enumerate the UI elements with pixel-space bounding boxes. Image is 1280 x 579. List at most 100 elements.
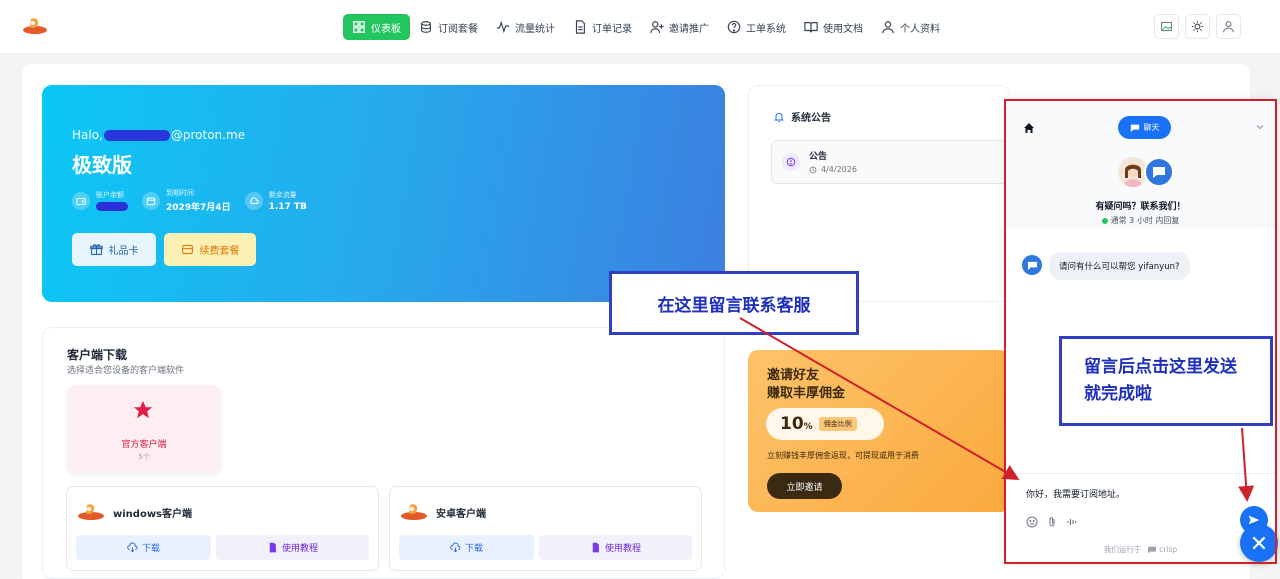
message-input[interactable]: 你好，我需要订阅地址。 bbox=[1026, 487, 1125, 500]
section-subtitle: 选择适合您设备的客户端软件 bbox=[67, 366, 185, 376]
language-button[interactable] bbox=[1154, 14, 1179, 39]
download-button[interactable]: 下载 bbox=[399, 535, 534, 560]
support-chat-widget: 聊天 有疑问吗？联系我们！ 通常 3 小时 内回复 请问有什么可以帮您 yifa… bbox=[1006, 100, 1275, 562]
online-indicator bbox=[1101, 217, 1108, 224]
chevron-down-icon[interactable] bbox=[1255, 122, 1265, 132]
nav-label: 邀请推广 bbox=[669, 23, 709, 35]
tutorial-button[interactable]: 使用教程 bbox=[539, 535, 692, 560]
chat-tab-label: 聊天 bbox=[1143, 123, 1160, 132]
stat-label: 账户余额 bbox=[96, 190, 124, 199]
client-logo bbox=[78, 504, 104, 520]
chat-close-button[interactable] bbox=[1240, 524, 1278, 562]
help-circle-icon bbox=[727, 20, 741, 34]
operator-message: 请问有什么可以帮您 yifanyun? bbox=[1049, 252, 1190, 280]
nav-subscription[interactable]: 订阅套餐 bbox=[410, 14, 487, 40]
button-label: 使用教程 bbox=[604, 544, 641, 554]
commission-value: 10% bbox=[780, 414, 813, 434]
document-icon bbox=[592, 542, 599, 553]
cloud-download-icon bbox=[127, 542, 138, 553]
top-navbar: 仪表板 订阅套餐 流量统计 订单记录 邀请推广 工单系统 使用文档 个人资料 bbox=[0, 0, 1280, 54]
announcement-item[interactable]: 公告 4/4/2026 bbox=[771, 140, 1016, 184]
invite-title-line2: 赚取丰厚佣金 bbox=[767, 386, 846, 401]
invite-description: 立刻赚钱丰厚佣金返现，可提现或用于消费 bbox=[767, 451, 919, 460]
nav-label: 流量统计 bbox=[515, 23, 555, 35]
attachment-icon[interactable] bbox=[1046, 516, 1058, 528]
nav-orders[interactable]: 订单记录 bbox=[564, 14, 641, 40]
gift-card-button[interactable]: 礼品卡 bbox=[72, 233, 156, 266]
star-icon bbox=[133, 400, 153, 419]
nav-tickets[interactable]: 工单系统 bbox=[718, 14, 795, 40]
package-icon bbox=[181, 244, 193, 255]
stat-balance: 账户余额 bbox=[72, 188, 128, 213]
sun-icon bbox=[1191, 20, 1204, 33]
stat-value: 2029年7月4日 bbox=[166, 203, 231, 213]
announcement-item-date: 4/4/2026 bbox=[809, 165, 857, 174]
operator-avatar bbox=[1022, 255, 1042, 275]
announcement-title-text: 系统公告 bbox=[791, 113, 831, 124]
client-card-android: 安卓客户端 下载 使用教程 bbox=[389, 486, 702, 571]
announcement-title: 系统公告 bbox=[773, 109, 831, 124]
stat-expire: 到期时间 2029年7月4日 bbox=[142, 188, 231, 213]
rate-number: 10 bbox=[780, 414, 804, 434]
nav-label: 仪表板 bbox=[371, 23, 401, 35]
user-plus-icon bbox=[650, 21, 664, 34]
announcement-card: 系统公告 公告 4/4/2026 bbox=[748, 85, 1016, 302]
renew-plan-button[interactable]: 续费套餐 bbox=[164, 233, 256, 266]
wallet-icon bbox=[72, 191, 90, 210]
account-button[interactable] bbox=[1216, 14, 1241, 39]
client-logo bbox=[401, 504, 427, 520]
button-label: 使用教程 bbox=[281, 544, 318, 554]
composer-tools bbox=[1026, 516, 1078, 528]
top-right-actions bbox=[1154, 14, 1241, 39]
nav-docs[interactable]: 使用文档 bbox=[795, 14, 872, 40]
nav-label: 订阅套餐 bbox=[438, 23, 478, 35]
crisp-logo-icon bbox=[1147, 546, 1156, 554]
document-icon bbox=[269, 542, 276, 553]
invite-now-button[interactable]: 立即邀请 bbox=[767, 473, 842, 499]
plan-name: 极致版 bbox=[72, 153, 132, 177]
bell-icon bbox=[774, 112, 784, 122]
site-logo[interactable] bbox=[22, 15, 48, 37]
date-text: 4/4/2026 bbox=[821, 165, 857, 174]
download-button[interactable]: 下载 bbox=[76, 535, 211, 560]
stat-value: 1.17 TB bbox=[268, 201, 307, 212]
rate-unit: % bbox=[803, 422, 813, 432]
message-composer: 你好，我需要订阅地址。 bbox=[1006, 473, 1275, 539]
email-domain: @proton.me bbox=[170, 128, 246, 142]
crisp-avatar bbox=[1144, 157, 1174, 187]
home-icon[interactable] bbox=[1023, 122, 1035, 134]
main-nav: 仪表板 订阅套餐 流量统计 订单记录 邀请推广 工单系统 使用文档 个人资料 bbox=[343, 14, 949, 40]
cloud-icon bbox=[244, 191, 263, 210]
close-icon bbox=[1252, 536, 1266, 550]
user-icon bbox=[1223, 21, 1234, 33]
client-downloads-section: 客户端下载 选择适合您设备的客户端软件 官方客户端 5个 windows客户端 … bbox=[42, 327, 725, 579]
client-name: windows客户端 bbox=[113, 509, 193, 520]
commission-tag: 佣金比例 bbox=[818, 417, 857, 431]
section-title: 客户端下载 bbox=[67, 348, 128, 362]
nav-traffic[interactable]: 流量统计 bbox=[487, 14, 564, 40]
alert-icon bbox=[782, 153, 800, 171]
reply-time: 通常 3 小时 内回复 bbox=[1006, 215, 1275, 226]
stat-value-redacted bbox=[96, 201, 128, 212]
nav-dashboard[interactable]: 仪表板 bbox=[343, 14, 410, 40]
clock-icon bbox=[809, 166, 817, 173]
greeting: Halo, @proton.me bbox=[72, 128, 245, 142]
invite-promo-card: 邀请好友 赚取丰厚佣金 10% 佣金比例 立刻赚钱丰厚佣金返现，可提现或用于消费… bbox=[748, 350, 1010, 512]
official-client-tab[interactable]: 官方客户端 5个 bbox=[67, 385, 221, 473]
theme-toggle-button[interactable] bbox=[1185, 14, 1210, 39]
document-icon bbox=[575, 20, 585, 34]
account-summary-card: Halo, @proton.me 极致版 账户余额 到期时间 2029年7月4日 … bbox=[42, 85, 725, 302]
dashboard-icon bbox=[353, 21, 365, 33]
nav-invite[interactable]: 邀请推广 bbox=[641, 14, 718, 40]
button-label: 下载 bbox=[464, 544, 483, 554]
nav-profile[interactable]: 个人资料 bbox=[872, 14, 949, 40]
emoji-icon[interactable] bbox=[1026, 516, 1038, 528]
button-label: 续费套餐 bbox=[199, 246, 240, 257]
nav-label: 工单系统 bbox=[746, 23, 786, 35]
chat-tab[interactable]: 聊天 bbox=[1118, 116, 1171, 139]
calendar-icon bbox=[142, 191, 160, 210]
audio-icon[interactable] bbox=[1066, 516, 1078, 528]
chat-header: 聊天 有疑问吗？联系我们！ 通常 3 小时 内回复 bbox=[1006, 100, 1275, 228]
book-icon bbox=[804, 22, 818, 33]
tutorial-button[interactable]: 使用教程 bbox=[216, 535, 369, 560]
